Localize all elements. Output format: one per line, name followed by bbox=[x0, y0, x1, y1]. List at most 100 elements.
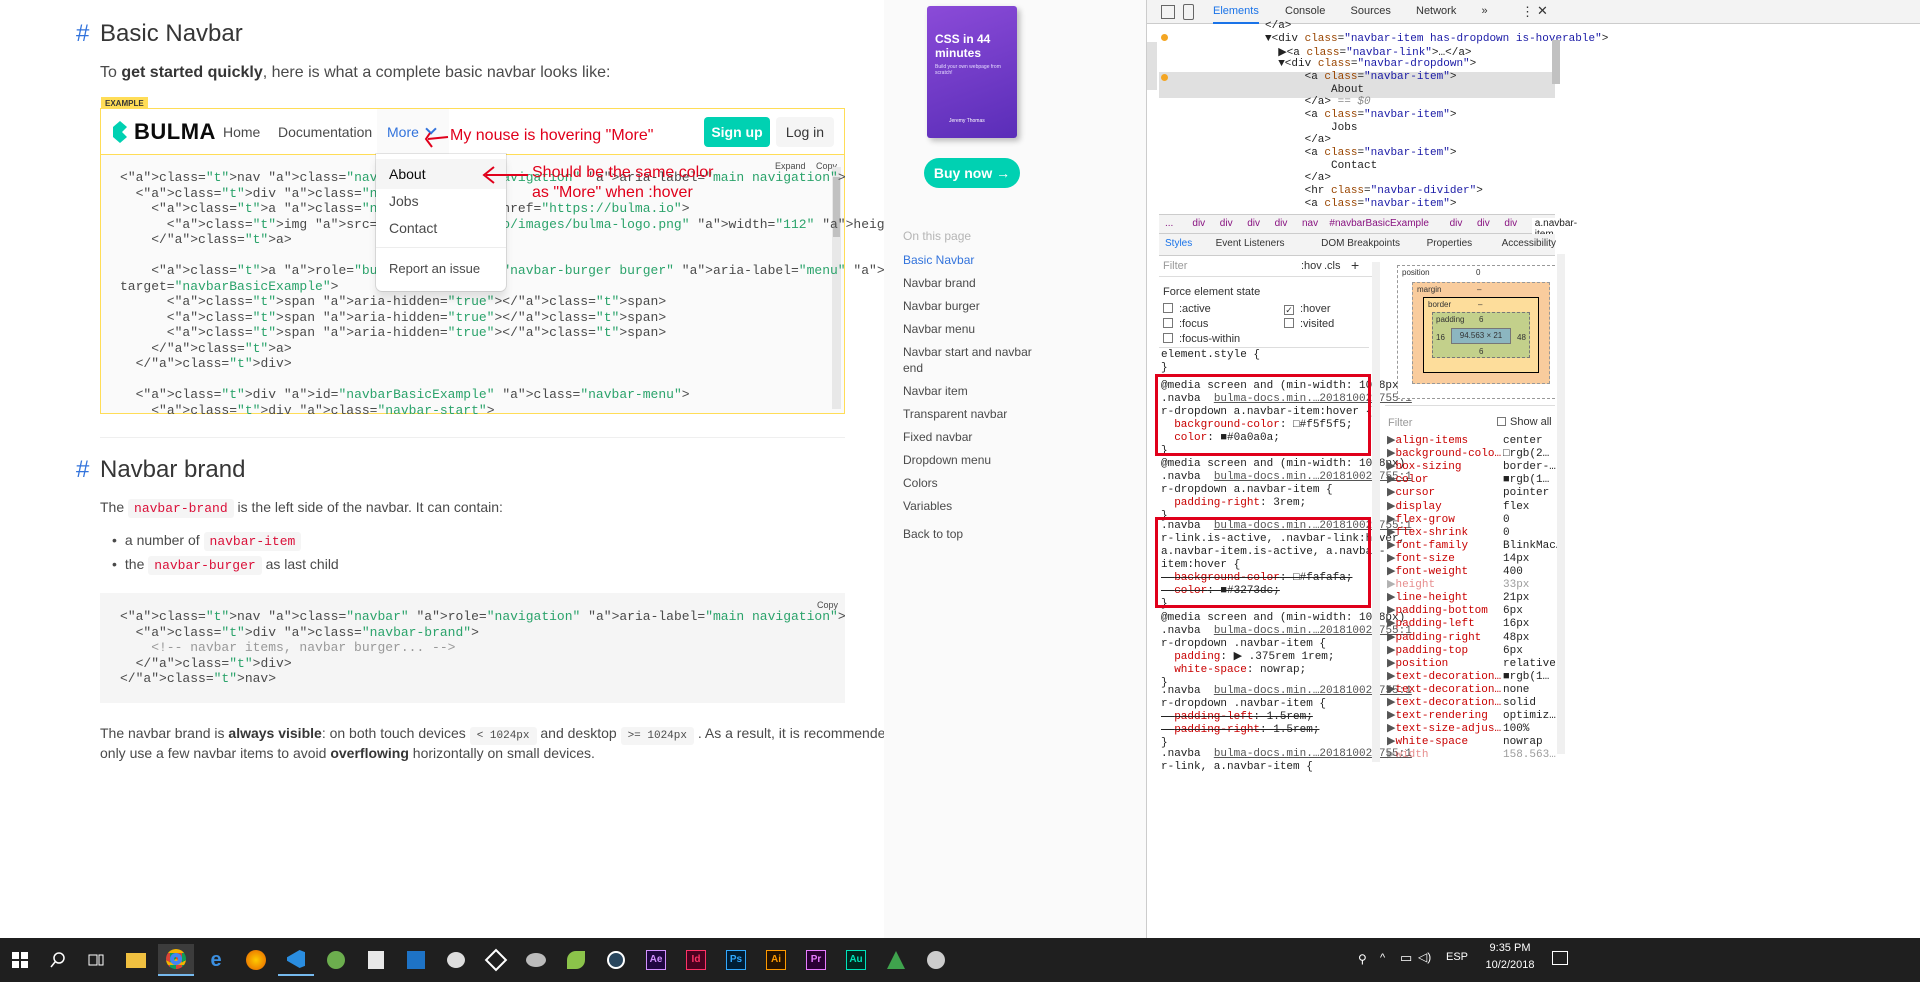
breadcrumb-item[interactable]: div bbox=[1504, 218, 1517, 229]
anchor-hash-basic[interactable]: # bbox=[76, 20, 89, 48]
add-rule-icon[interactable]: + bbox=[1351, 257, 1359, 273]
breadcrumb-item[interactable]: div bbox=[1477, 218, 1490, 229]
book-cover[interactable]: CSS in 44 minutes Build your own webpage… bbox=[927, 6, 1017, 138]
computed-property[interactable]: ▶flex-grow 0 bbox=[1387, 514, 1510, 527]
dom-node[interactable]: </a> bbox=[1265, 20, 1291, 32]
dom-node[interactable]: </a> bbox=[1265, 172, 1331, 184]
vscode-icon[interactable] bbox=[278, 944, 314, 976]
dropdown-item-contact[interactable]: Contact bbox=[376, 213, 506, 243]
dom-scrollbar-thumb[interactable] bbox=[1552, 40, 1560, 84]
toc-item[interactable]: Transparent navbar bbox=[903, 407, 1007, 421]
dropdown-item-report[interactable]: Report an issue bbox=[376, 254, 506, 284]
devtools-tab[interactable]: » bbox=[1482, 5, 1488, 17]
app-icon-docs[interactable] bbox=[358, 944, 394, 976]
state-focus[interactable]: :focus bbox=[1163, 318, 1208, 330]
dom-node[interactable]: ▼<div class="navbar-dropdown"> bbox=[1265, 58, 1476, 70]
tray-chevron-icon[interactable]: ^ bbox=[1380, 952, 1385, 964]
edge-icon[interactable]: e bbox=[198, 944, 234, 976]
computed-property[interactable]: ▶font-weight 400 bbox=[1387, 566, 1523, 579]
dropdown-item-jobs[interactable]: Jobs bbox=[376, 186, 506, 216]
dom-node[interactable]: </a> bbox=[1265, 134, 1331, 146]
adobe-app-icon[interactable]: Pr bbox=[798, 944, 834, 976]
state-hover[interactable]: ✓:hover bbox=[1284, 303, 1331, 315]
firefox-icon[interactable] bbox=[238, 944, 274, 976]
code-scrollbar[interactable] bbox=[832, 167, 841, 409]
network-icon[interactable]: ▭ bbox=[1400, 950, 1412, 966]
computed-property[interactable]: ▶text-rendering optimiz… bbox=[1387, 710, 1556, 723]
toc-item[interactable]: end bbox=[903, 361, 923, 375]
toc-item[interactable]: Basic Navbar bbox=[903, 253, 974, 267]
computed-property[interactable]: ▶height 33px bbox=[1387, 579, 1529, 592]
toc-item[interactable]: Colors bbox=[903, 476, 938, 490]
computed-property[interactable]: ▶background-colo… □rgb(2… bbox=[1387, 448, 1549, 461]
cls-toggle[interactable]: .cls bbox=[1324, 260, 1341, 272]
state-visited[interactable]: :visited bbox=[1284, 318, 1334, 330]
computed-property[interactable]: ▶white-space nowrap bbox=[1387, 736, 1543, 749]
computed-scrollbar[interactable] bbox=[1557, 254, 1565, 754]
search-icon[interactable] bbox=[40, 944, 76, 976]
adobe-app-icon[interactable]: Ae bbox=[638, 944, 674, 976]
dom-node[interactable]: <a class="navbar-item"> bbox=[1265, 147, 1457, 159]
computed-property[interactable]: ▶text-decoration… solid bbox=[1387, 697, 1536, 710]
computed-property[interactable]: ▶width 158.563… bbox=[1387, 749, 1556, 762]
computed-property[interactable]: ▶font-family BlinkMac… bbox=[1387, 540, 1562, 553]
computed-property[interactable]: ▶color ■rgb(1… bbox=[1387, 474, 1549, 487]
toc-item[interactable]: Navbar burger bbox=[903, 299, 980, 313]
breadcrumb-item[interactable]: div bbox=[1275, 218, 1288, 229]
computed-property[interactable]: ▶flex-shrink 0 bbox=[1387, 527, 1510, 540]
adobe-app-icon[interactable]: Ai bbox=[758, 944, 794, 976]
breadcrumb-item[interactable]: nav bbox=[1302, 218, 1318, 229]
devtools-tab[interactable]: Network bbox=[1416, 5, 1456, 17]
state-active[interactable]: :active bbox=[1163, 303, 1211, 315]
device-toggle-icon[interactable] bbox=[1183, 4, 1194, 20]
computed-property[interactable]: ▶padding-bottom 6px bbox=[1387, 605, 1523, 618]
computed-property[interactable]: ▶line-height 21px bbox=[1387, 592, 1529, 605]
breadcrumb-item[interactable]: div bbox=[1247, 218, 1260, 229]
show-all-checkbox[interactable]: Show all bbox=[1497, 416, 1552, 428]
computed-property[interactable]: ▶padding-right 48px bbox=[1387, 632, 1529, 645]
state-focus-within[interactable]: :focus-within bbox=[1163, 333, 1240, 345]
dom-node[interactable]: About bbox=[1265, 84, 1364, 96]
task-view-icon[interactable] bbox=[78, 944, 114, 976]
computed-property[interactable]: ▶display flex bbox=[1387, 501, 1529, 514]
app-icon-leaf[interactable] bbox=[558, 944, 594, 976]
computed-property[interactable]: ▶text-decoration… ■rgb(1… bbox=[1387, 671, 1549, 684]
computed-property[interactable]: ▶box-sizing border-… bbox=[1387, 461, 1556, 474]
computed-property[interactable]: ▶text-size-adjus… 100% bbox=[1387, 723, 1529, 736]
computed-property[interactable]: ▶padding-top 6px bbox=[1387, 645, 1523, 658]
login-button[interactable]: Log in bbox=[776, 117, 834, 147]
toc-item[interactable]: Navbar brand bbox=[903, 276, 976, 290]
clock-time[interactable]: 9:35 PM bbox=[1480, 942, 1540, 954]
app-icon-animal[interactable] bbox=[518, 944, 554, 976]
close-devtools-icon[interactable]: ✕ bbox=[1537, 3, 1548, 19]
styles-subtab[interactable]: DOM Breakpoints bbox=[1321, 238, 1400, 249]
people-icon[interactable]: ⚲ bbox=[1358, 952, 1367, 966]
clock-date[interactable]: 10/2/2018 bbox=[1480, 959, 1540, 971]
notifications-icon[interactable] bbox=[1552, 951, 1568, 965]
windows-start-icon[interactable] bbox=[2, 944, 38, 976]
inspect-icon[interactable] bbox=[1161, 5, 1175, 19]
styles-subtab[interactable]: Properties bbox=[1427, 238, 1473, 249]
toc-item[interactable]: Fixed navbar bbox=[903, 430, 972, 444]
computed-property[interactable]: ▶align-items center bbox=[1387, 435, 1543, 448]
toc-item[interactable]: Variables bbox=[903, 499, 952, 513]
css-rule[interactable]: element.style { } bbox=[1161, 349, 1260, 375]
kebab-menu-icon[interactable]: ⋮ bbox=[1521, 4, 1534, 20]
breadcrumb-item[interactable]: ... bbox=[1165, 218, 1173, 229]
devtools-tab[interactable]: Sources bbox=[1351, 5, 1391, 17]
nav-documentation[interactable]: Documentation bbox=[278, 124, 372, 140]
app-icon-green[interactable] bbox=[318, 944, 354, 976]
breadcrumb-item[interactable]: #navbarBasicExample bbox=[1329, 218, 1429, 229]
adobe-app-icon[interactable]: Ps bbox=[718, 944, 754, 976]
app-icon-paint[interactable] bbox=[918, 944, 954, 976]
styles-subtab[interactable]: Event Listeners bbox=[1216, 238, 1285, 249]
toc-item[interactable]: Dropdown menu bbox=[903, 453, 991, 467]
styles-filter-input[interactable]: Filter bbox=[1163, 260, 1273, 274]
breadcrumb-item[interactable]: div bbox=[1220, 218, 1233, 229]
devtools-tab[interactable]: Console bbox=[1285, 5, 1325, 17]
app-icon-blue[interactable] bbox=[398, 944, 434, 976]
toc-item[interactable]: Navbar menu bbox=[903, 322, 975, 336]
input-language[interactable]: ESP bbox=[1446, 951, 1468, 963]
computed-property[interactable]: ▶text-decoration… none bbox=[1387, 684, 1529, 697]
dom-node[interactable]: Contact bbox=[1265, 160, 1377, 172]
